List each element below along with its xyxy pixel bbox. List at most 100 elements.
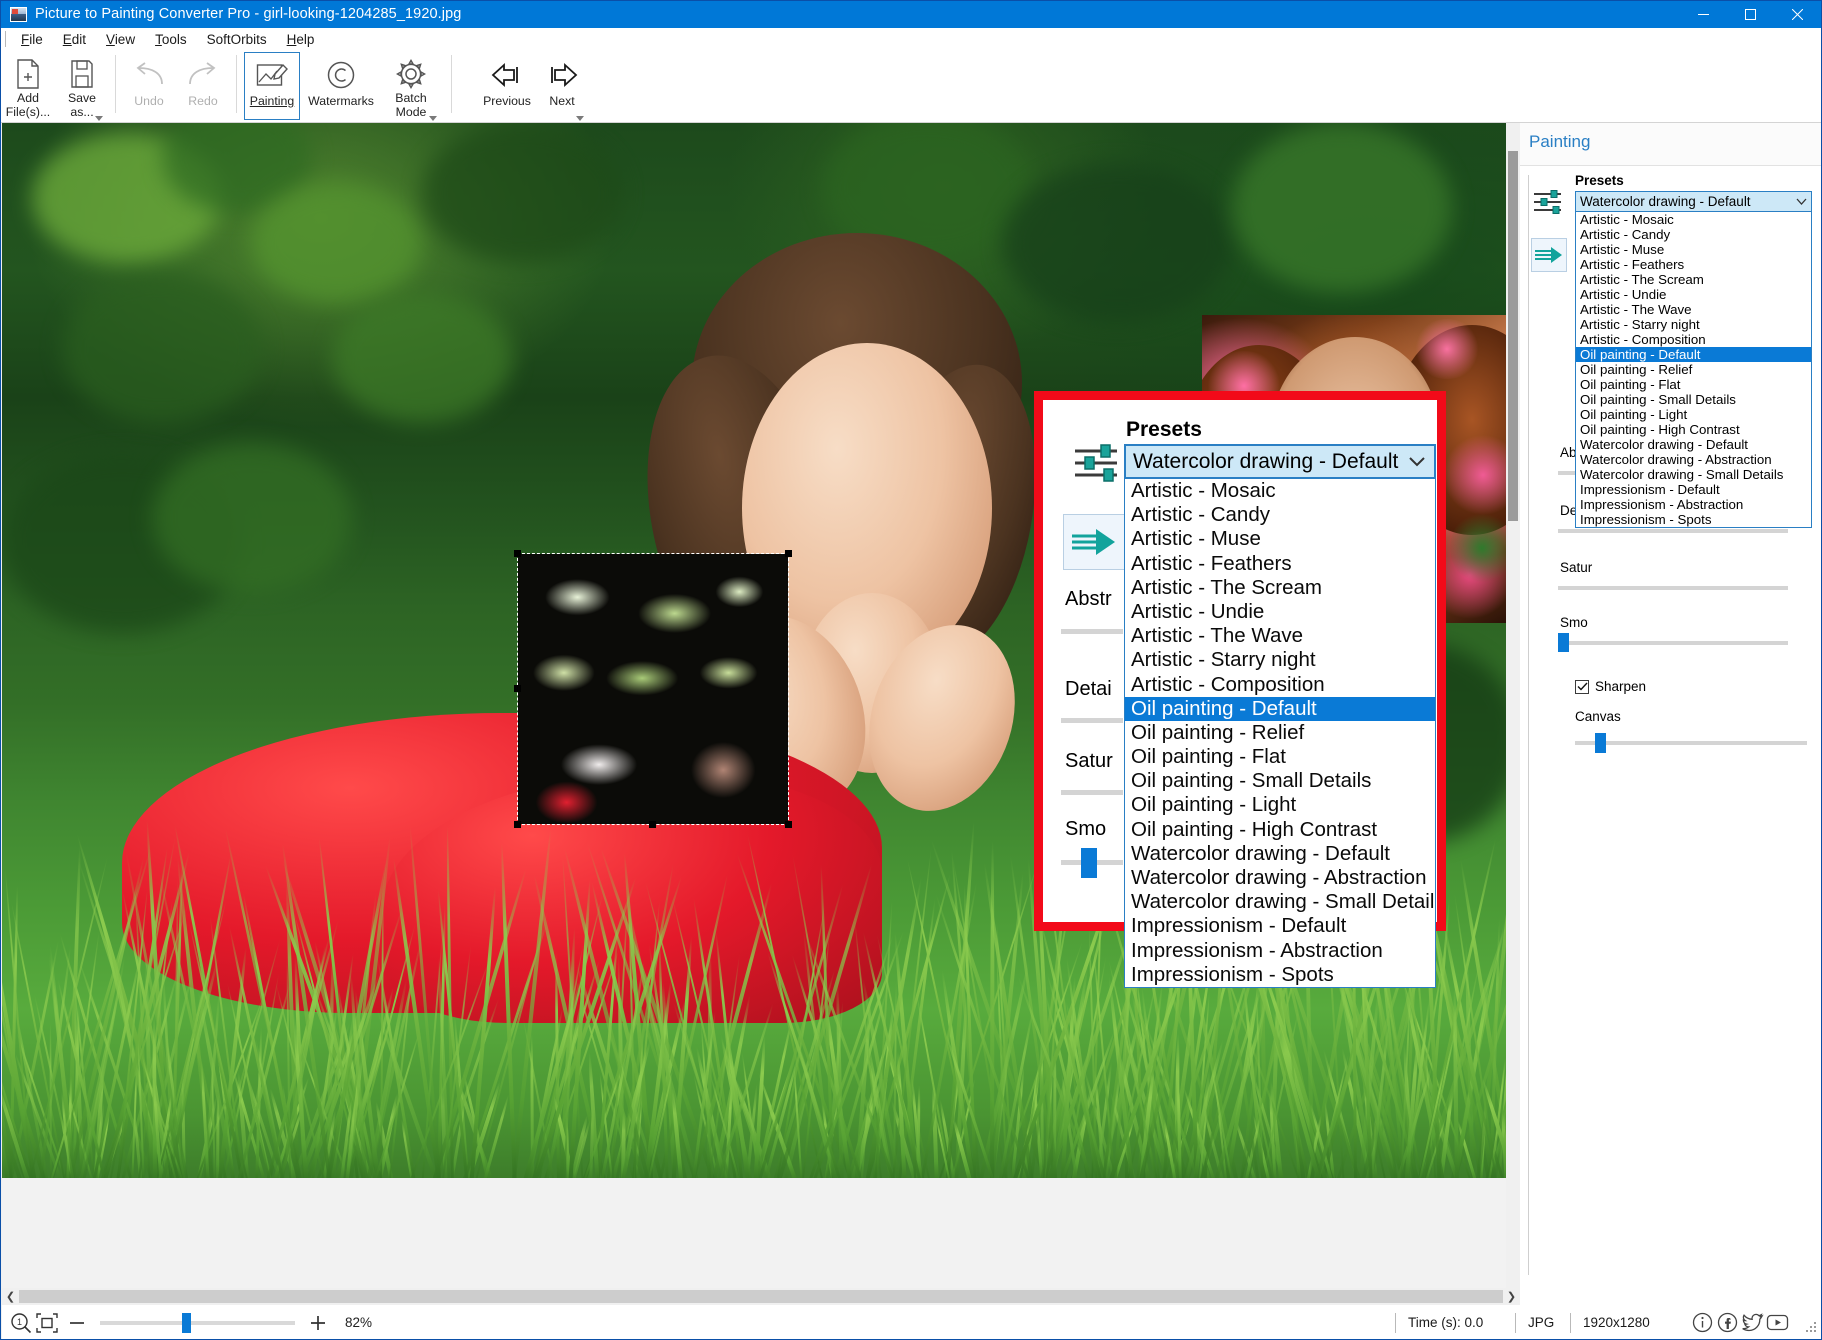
magnifier-preset-option[interactable]: Watercolor drawing - Default [1125, 842, 1435, 866]
panel-slider-thumb-smoothing[interactable] [1558, 633, 1569, 652]
selection-handle-l[interactable] [514, 685, 521, 692]
preset-option[interactable]: Artistic - Candy [1576, 227, 1811, 242]
magnifier-preset-option[interactable]: Impressionism - Abstraction [1125, 939, 1435, 963]
magnifier-preset-option[interactable]: Artistic - Feathers [1125, 552, 1435, 576]
sharpen-checkbox-row[interactable]: Sharpen [1575, 679, 1646, 694]
painting-button[interactable]: Painting [244, 52, 300, 120]
magnifier-preset-option[interactable]: Watercolor drawing - Small Details [1125, 890, 1435, 914]
redo-button[interactable]: Redo [177, 52, 229, 120]
zoom-slider-thumb[interactable] [182, 1313, 191, 1333]
info-icon[interactable] [1690, 1310, 1715, 1335]
canvas-vertical-scrollbar[interactable] [1506, 123, 1520, 1288]
preset-option[interactable]: Oil painting - Relief [1576, 362, 1811, 377]
magnifier-slider-thumb-smoothing[interactable] [1081, 848, 1097, 878]
panel-slider-track-smoothing[interactable] [1558, 641, 1788, 645]
preset-option[interactable]: Artistic - Composition [1576, 332, 1811, 347]
magnifier-preset-option[interactable]: Artistic - Undie [1125, 600, 1435, 624]
preset-option[interactable]: Oil painting - Flat [1576, 377, 1811, 392]
selection-handle-br[interactable] [785, 821, 792, 828]
magnifier-slider-track-details[interactable] [1061, 718, 1123, 723]
magnifier-slider-track-abstraction[interactable] [1061, 629, 1123, 634]
magnifier-preset-option[interactable]: Oil painting - Relief [1125, 721, 1435, 745]
selection-handle-bl[interactable] [514, 821, 521, 828]
canvas-horizontal-scrollbar[interactable]: ❮ ❯ [2, 1288, 1520, 1305]
preset-option[interactable]: Artistic - The Wave [1576, 302, 1811, 317]
chevron-down-icon[interactable] [1791, 198, 1811, 206]
preset-option[interactable]: Artistic - Undie [1576, 287, 1811, 302]
magnifier-preset-option[interactable]: Impressionism - Default [1125, 914, 1435, 938]
navigation-group-expand-icon[interactable] [576, 116, 584, 121]
resize-grip[interactable] [1798, 1314, 1816, 1332]
magnifier-preset-option[interactable]: Watercolor drawing - Abstraction [1125, 866, 1435, 890]
scroll-right-icon[interactable]: ❯ [1503, 1288, 1520, 1305]
batch-mode-button[interactable]: Batch Mode [382, 52, 440, 120]
preset-option[interactable]: Artistic - Muse [1576, 242, 1811, 257]
facebook-icon[interactable] [1715, 1310, 1740, 1335]
apply-effect-button[interactable] [1531, 238, 1567, 272]
sharpen-checkbox[interactable] [1575, 680, 1589, 694]
magnifier-preset-option[interactable]: Oil painting - Flat [1125, 745, 1435, 769]
preset-option[interactable]: Artistic - Starry night [1576, 317, 1811, 332]
horizontal-scroll-thumb[interactable] [19, 1290, 1503, 1303]
zoom-100-icon[interactable]: 1 [8, 1310, 34, 1336]
magnifier-preset-option[interactable]: Artistic - The Wave [1125, 624, 1435, 648]
menu-help[interactable]: Help [277, 29, 325, 50]
magnifier-preset-dropdown-list[interactable]: Artistic - Mosaic Artistic - Candy Artisti… [1124, 479, 1436, 988]
menu-file[interactable]: File [11, 29, 53, 50]
preset-option[interactable]: Impressionism - Abstraction [1576, 497, 1811, 512]
preset-select[interactable]: Watercolor drawing - Default [1575, 191, 1812, 212]
preset-option[interactable]: Artistic - Feathers [1576, 257, 1811, 272]
panel-slider-track-details[interactable] [1558, 529, 1788, 533]
zoom-in-button[interactable] [305, 1310, 331, 1336]
selection-handle-tl[interactable] [514, 550, 521, 557]
magnifier-preset-option[interactable]: Artistic - The Scream [1125, 576, 1435, 600]
menu-softorbits[interactable]: SoftOrbits [197, 29, 277, 50]
youtube-icon[interactable] [1765, 1310, 1790, 1335]
canvas-slider-track[interactable] [1575, 741, 1807, 745]
preset-option[interactable]: Watercolor drawing - Default [1576, 437, 1811, 452]
preset-option[interactable]: Impressionism - Spots [1576, 512, 1811, 527]
preset-option[interactable]: Watercolor drawing - Small Details [1576, 467, 1811, 482]
magnifier-preset-option[interactable]: Oil painting - Default [1125, 697, 1435, 721]
fit-to-window-icon[interactable] [34, 1310, 60, 1336]
preset-option[interactable]: Watercolor drawing - Abstraction [1576, 452, 1811, 467]
zoom-slider-track[interactable] [100, 1321, 295, 1325]
magnifier-preset-option[interactable]: Artistic - Starry night [1125, 648, 1435, 672]
maximize-button[interactable] [1727, 1, 1774, 28]
magnifier-preset-option[interactable]: Artistic - Muse [1125, 527, 1435, 551]
scroll-left-icon[interactable]: ❮ [2, 1288, 19, 1305]
magnifier-preset-option[interactable]: Artistic - Composition [1125, 673, 1435, 697]
twitter-icon[interactable] [1740, 1310, 1765, 1335]
close-button[interactable] [1774, 1, 1821, 28]
preset-option[interactable]: Artistic - The Scream [1576, 272, 1811, 287]
magnifier-apply-effect-button[interactable] [1063, 514, 1125, 570]
panel-slider-track-saturation[interactable] [1558, 586, 1788, 590]
effects-group-expand-icon[interactable] [429, 116, 437, 121]
preset-option[interactable]: Oil painting - Default [1576, 347, 1811, 362]
zoom-out-button[interactable] [64, 1310, 90, 1336]
undo-button[interactable]: Undo [123, 52, 175, 120]
watermarks-button[interactable]: Watermarks [302, 52, 380, 120]
menu-view[interactable]: View [96, 29, 145, 50]
preset-option[interactable]: Oil painting - Small Details [1576, 392, 1811, 407]
magnifier-preset-option[interactable]: Artistic - Mosaic [1125, 479, 1435, 503]
magnifier-slider-track-saturation[interactable] [1061, 790, 1123, 795]
magnifier-preset-option[interactable]: Oil painting - Small Details [1125, 769, 1435, 793]
vertical-scroll-thumb[interactable] [1508, 151, 1518, 521]
magnifier-preset-option[interactable]: Oil painting - High Contrast [1125, 818, 1435, 842]
save-as-button[interactable]: Save as... [56, 52, 108, 120]
menu-tools[interactable]: Tools [145, 29, 197, 50]
preset-option[interactable]: Oil painting - High Contrast [1576, 422, 1811, 437]
file-group-expand-icon[interactable] [95, 116, 103, 121]
canvas-slider-thumb[interactable] [1595, 733, 1606, 753]
previous-button[interactable]: Previous [477, 52, 537, 120]
preset-option[interactable]: Oil painting - Light [1576, 407, 1811, 422]
magnifier-preset-select[interactable]: Watercolor drawing - Default [1124, 444, 1436, 479]
magnifier-chevron-down-icon[interactable] [1400, 456, 1434, 468]
preset-option[interactable]: Artistic - Mosaic [1576, 212, 1811, 227]
magnifier-preset-option[interactable]: Artistic - Candy [1125, 503, 1435, 527]
selection-handle-b[interactable] [649, 821, 656, 828]
menu-edit[interactable]: Edit [53, 29, 96, 50]
magnifier-preset-option[interactable]: Impressionism - Spots [1125, 963, 1435, 987]
preset-dropdown-list[interactable]: Artistic - Mosaic Artistic - Candy Artisti… [1575, 212, 1812, 528]
